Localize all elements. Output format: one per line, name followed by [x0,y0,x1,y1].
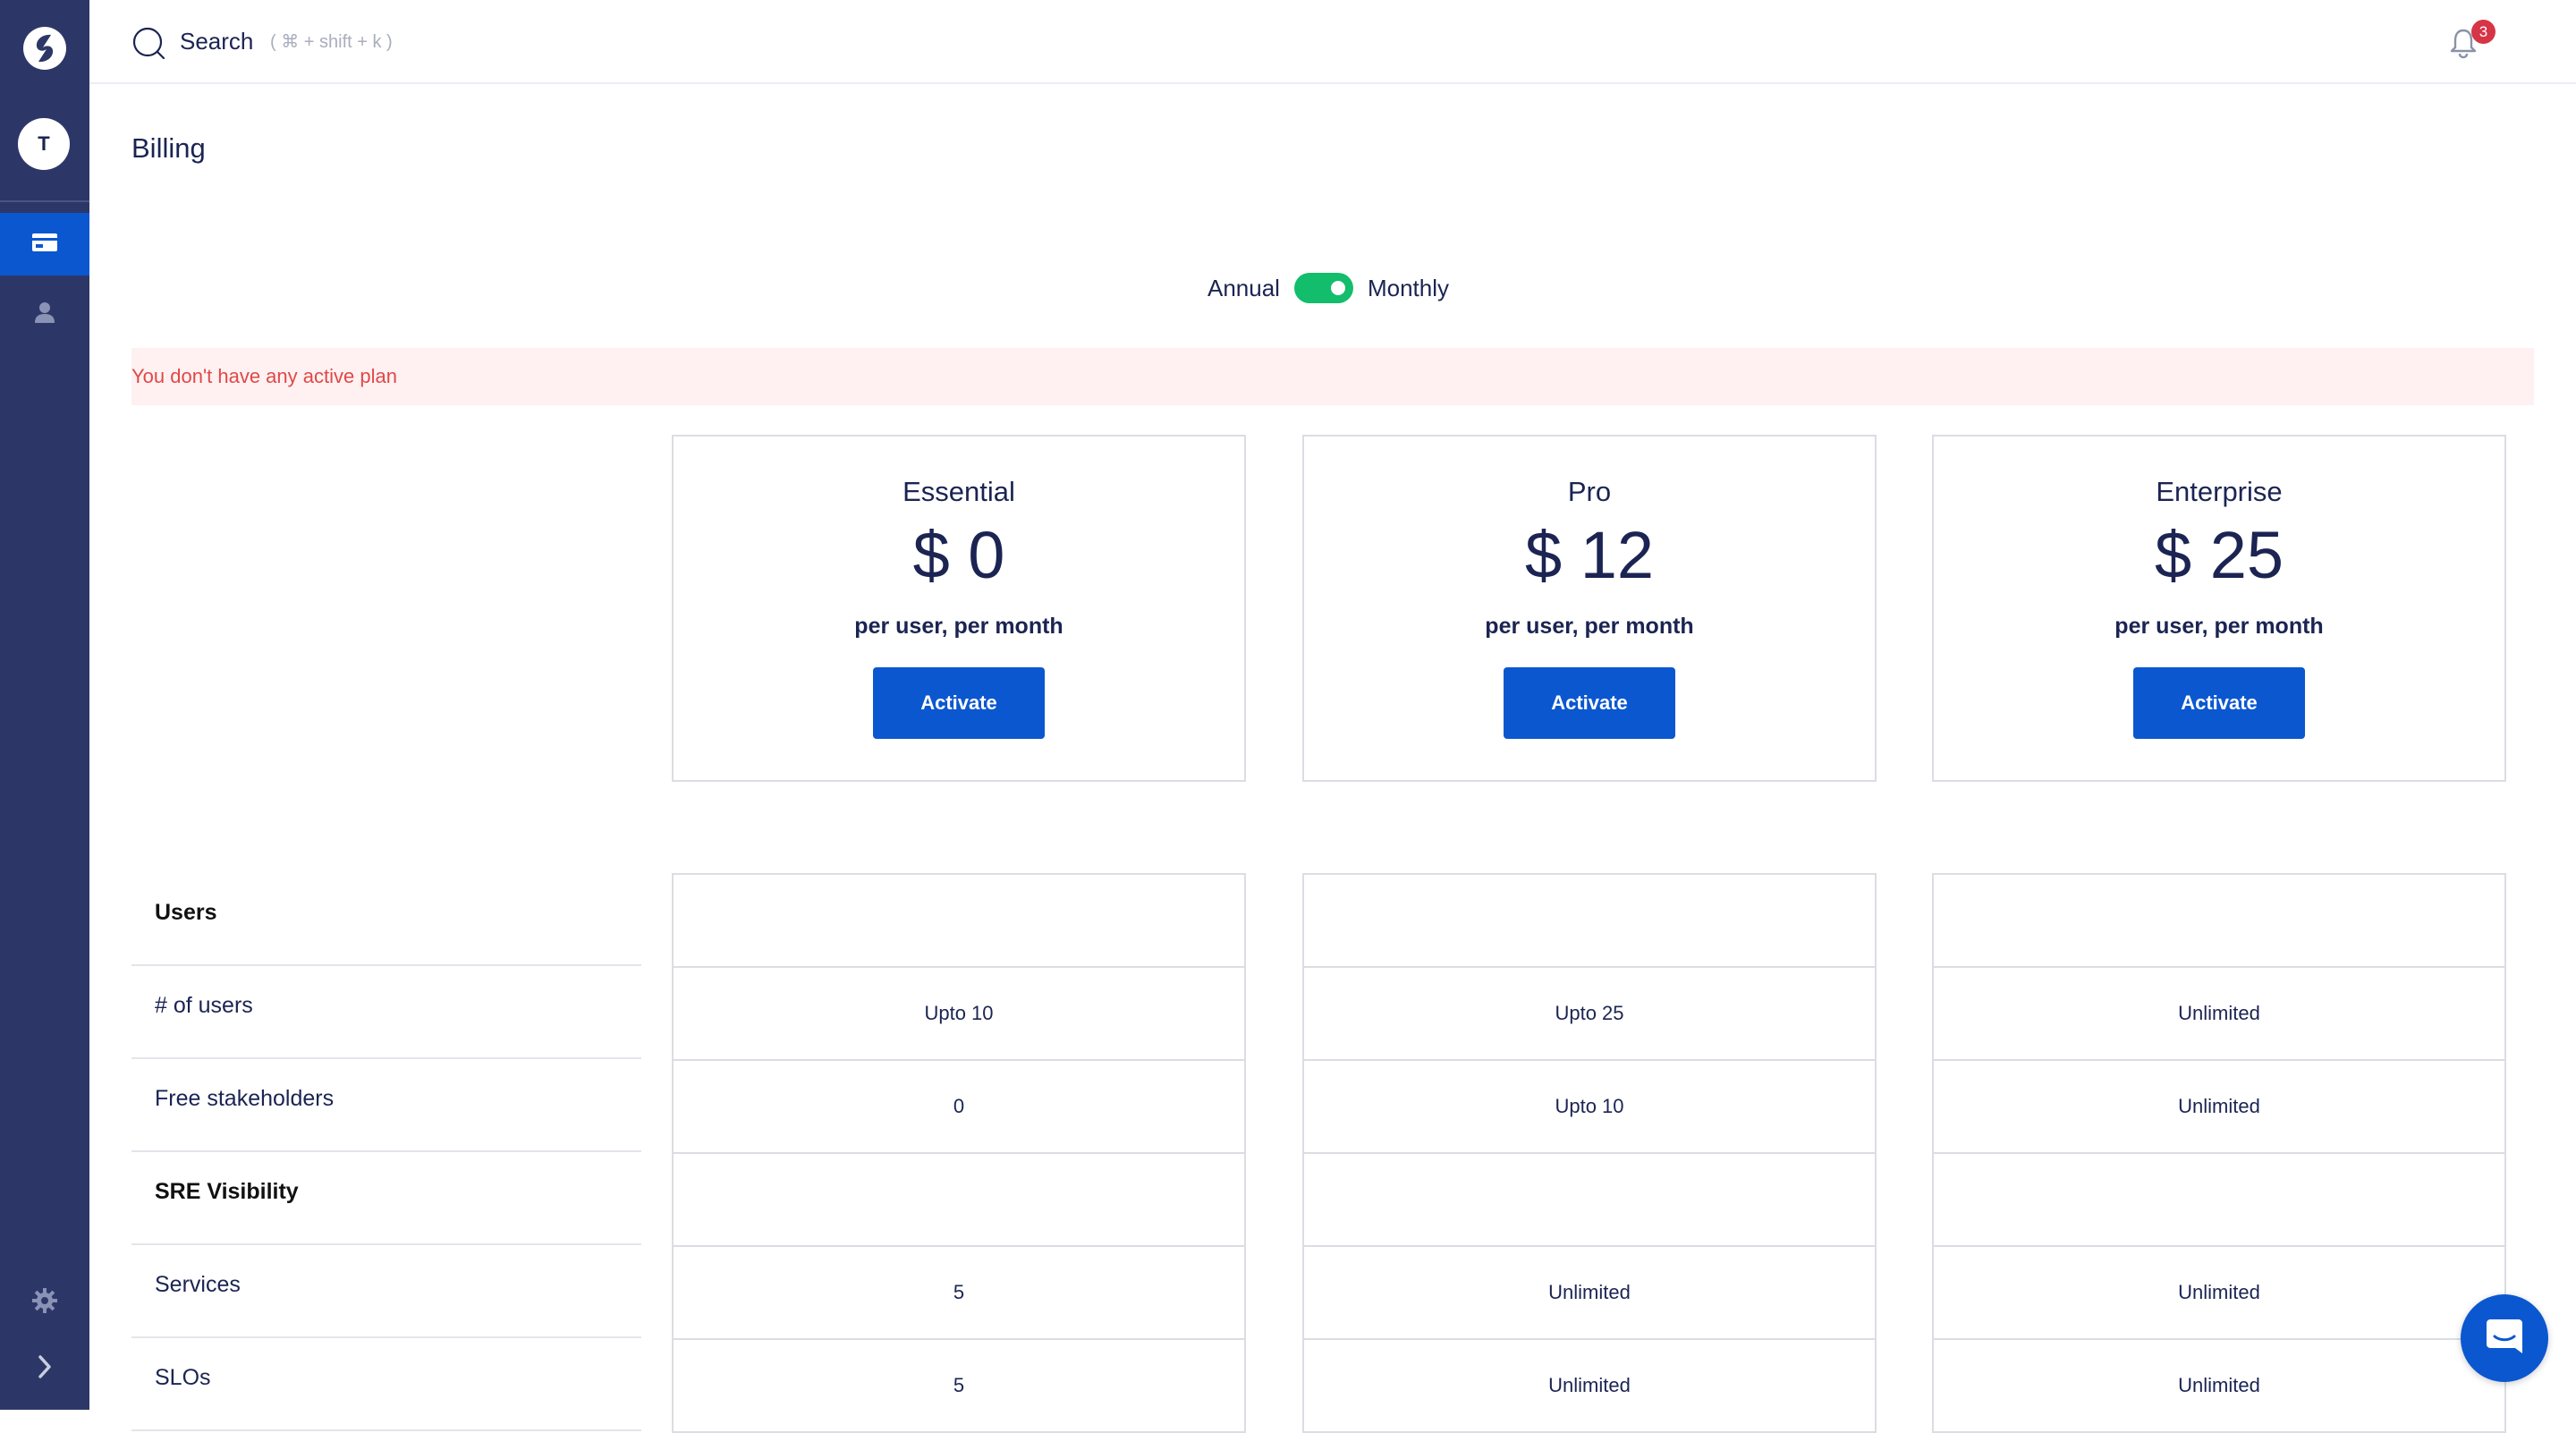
feature-cell [1934,875,2504,968]
sidebar-divider [0,200,89,202]
person-icon [34,301,55,328]
feature-cell: Upto 25 [1304,968,1875,1061]
activate-enterprise-button[interactable]: Activate [2133,667,2305,739]
feature-column-pro: Upto 25 Upto 10 Unlimited Unlimited [1302,873,1877,1433]
sidebar-item-billing[interactable] [0,213,89,276]
plan-price: $ 0 [912,518,1005,592]
billing-period-switch[interactable] [1293,273,1353,303]
feature-cell: Upto 10 [674,968,1244,1061]
feature-section-users: Users [131,873,641,966]
app-logo-icon[interactable] [23,27,66,70]
billing-period-toggle: Annual Monthly [1208,268,1449,308]
switch-knob [1330,281,1345,295]
feature-label-services: Services [131,1245,641,1338]
search-input[interactable]: Search [180,25,253,57]
plan-unit: per user, per month [2114,614,2324,639]
expand-sidebar-button[interactable] [27,1351,63,1386]
plan-unit: per user, per month [854,614,1063,639]
gear-icon [30,1286,59,1319]
chat-support-button[interactable] [2461,1294,2548,1382]
settings-button[interactable] [27,1285,63,1320]
sidebar: T [0,0,89,1410]
feature-cell [1934,1154,2504,1247]
feature-cell: 0 [674,1061,1244,1154]
feature-cell: Unlimited [1934,1061,2504,1154]
plan-name: Pro [1567,476,1612,507]
plan-card-enterprise: Enterprise $ 25 per user, per month Acti… [1932,435,2506,782]
notification-count-badge: 3 [2471,20,2496,44]
feature-cell [674,1154,1244,1247]
credit-card-icon [31,233,58,257]
feature-cell: Unlimited [1934,1340,2504,1433]
feature-label-free-stakeholders: Free stakeholders [131,1059,641,1152]
alert-message: You don't have any active plan [131,365,397,387]
feature-cell: Upto 10 [1304,1061,1875,1154]
feature-labels-column: Users # of users Free stakeholders SRE V… [131,873,641,1431]
feature-label-slos: SLOs [131,1338,641,1431]
feature-column-essential: Upto 10 0 5 5 [672,873,1246,1433]
plan-price: $ 12 [1524,518,1655,592]
feature-section-sre-visibility: SRE Visibility [131,1152,641,1245]
no-active-plan-alert: You don't have any active plan [131,348,2534,405]
top-bar: Search ( ⌘ + shift + k ) 3 [89,0,2576,84]
feature-cell: Unlimited [1934,968,2504,1061]
search-icon[interactable] [131,25,166,61]
feature-cell: Unlimited [1304,1340,1875,1433]
chevron-right-icon [36,1354,54,1384]
workspace-avatar[interactable]: T [18,118,70,170]
feature-cell: Unlimited [1934,1247,2504,1340]
feature-cell [1304,875,1875,968]
search-shortcut-hint: ( ⌘ + shift + k ) [270,32,393,52]
feature-label-num-users: # of users [131,966,641,1059]
feature-cell [1304,1154,1875,1247]
plan-name: Essential [902,476,1015,507]
sidebar-item-users[interactable] [0,283,89,345]
annual-label[interactable]: Annual [1208,275,1280,302]
chat-icon [2485,1318,2524,1360]
plan-price: $ 25 [2154,518,2284,592]
feature-column-enterprise: Unlimited Unlimited Unlimited Unlimited [1932,873,2506,1433]
activate-essential-button[interactable]: Activate [873,667,1045,739]
plan-card-pro: Pro $ 12 per user, per month Activate [1302,435,1877,782]
plan-unit: per user, per month [1485,614,1694,639]
workspace-avatar-initial: T [38,132,50,155]
page-title: Billing [131,132,206,164]
feature-cell [674,875,1244,968]
feature-cell: Unlimited [1304,1247,1875,1340]
feature-cell: 5 [674,1340,1244,1433]
plan-card-essential: Essential $ 0 per user, per month Activa… [672,435,1246,782]
monthly-label[interactable]: Monthly [1368,275,1449,302]
activate-pro-button[interactable]: Activate [1504,667,1675,739]
feature-cell: 5 [674,1247,1244,1340]
plan-name: Enterprise [2156,476,2283,507]
